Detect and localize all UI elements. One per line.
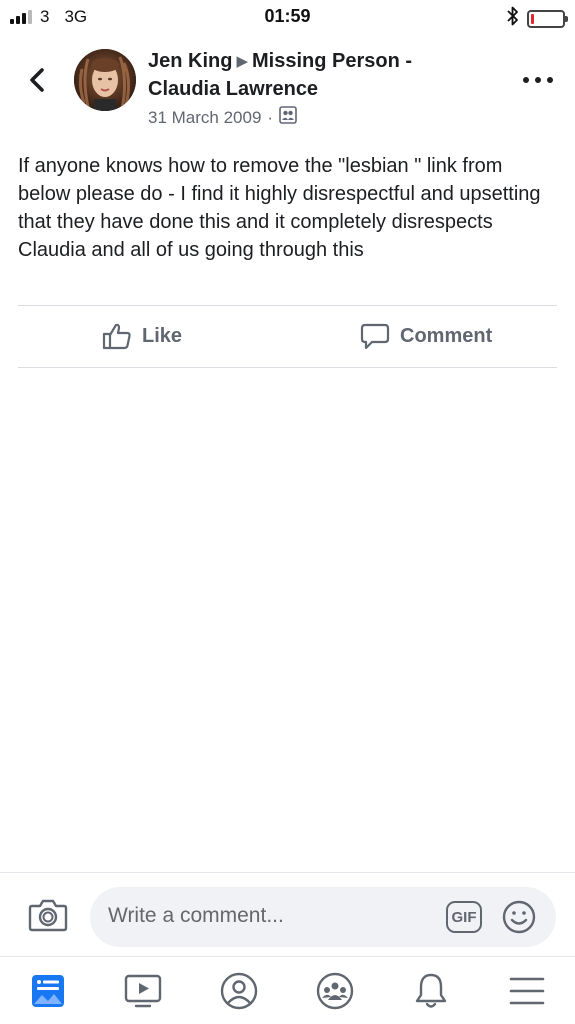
bluetooth-icon (507, 6, 519, 31)
battery-level (531, 13, 534, 24)
post-date[interactable]: 31 March 2009 (148, 108, 261, 128)
watch-icon (124, 974, 162, 1008)
bottom-navigation (0, 956, 575, 1024)
post-subline: 31 March 2009 · (148, 106, 488, 129)
comment-composer: Write a comment... GIF (0, 872, 575, 956)
profile-tab[interactable] (219, 971, 259, 1011)
avatar[interactable] (74, 49, 136, 111)
author-name[interactable]: Jen King (148, 50, 232, 72)
comment-button[interactable]: Comment (360, 322, 492, 350)
post-header: Jen King ▶ Missing Person - Claudia Lawren… (0, 44, 575, 134)
profile-icon (220, 972, 258, 1010)
group-audience-icon (279, 106, 297, 129)
post-text: If anyone knows how to remove the "lesbi… (18, 155, 541, 261)
news-feed-icon (32, 975, 64, 1007)
menu-tab[interactable] (507, 971, 547, 1011)
post-meta: Jen King ▶ Missing Person - Claudia Lawren… (148, 48, 488, 129)
comment-placeholder: Write a comment... (108, 904, 284, 927)
clock: 01:59 (264, 6, 311, 26)
post-actions: Like Comment (0, 308, 575, 366)
thumbs-up-icon (102, 323, 131, 350)
shared-to-arrow-icon: ▶ (236, 53, 248, 70)
battery-icon (527, 9, 568, 28)
status-bar: 3 3G 01:59 (0, 0, 575, 34)
divider (18, 305, 557, 306)
camera-icon (28, 899, 68, 932)
like-button[interactable]: Like (102, 322, 182, 350)
comment-label: Comment (400, 324, 493, 347)
separator: · (267, 107, 274, 127)
menu-icon (509, 977, 545, 1005)
divider (18, 367, 557, 368)
news-feed-tab[interactable] (28, 971, 68, 1011)
camera-button[interactable] (28, 897, 68, 933)
comment-bubble-icon (360, 323, 390, 350)
dot (535, 77, 541, 83)
post-title: Jen King ▶ Missing Person - Claudia Lawren… (148, 48, 488, 102)
notifications-icon (415, 973, 447, 1008)
dot (547, 77, 553, 83)
watch-tab[interactable] (123, 971, 163, 1011)
comment-input[interactable]: Write a comment... GIF (90, 887, 556, 947)
notifications-tab[interactable] (411, 971, 451, 1011)
like-label: Like (142, 324, 183, 347)
emoji-button[interactable] (502, 900, 536, 934)
dot (523, 77, 529, 83)
back-button[interactable] (22, 62, 52, 98)
groups-icon (316, 972, 354, 1010)
smiley-icon (502, 900, 536, 934)
gif-button[interactable]: GIF (446, 901, 482, 933)
more-options-button[interactable] (523, 74, 553, 86)
groups-tab[interactable] (315, 971, 355, 1011)
chevron-left-icon (30, 68, 44, 92)
